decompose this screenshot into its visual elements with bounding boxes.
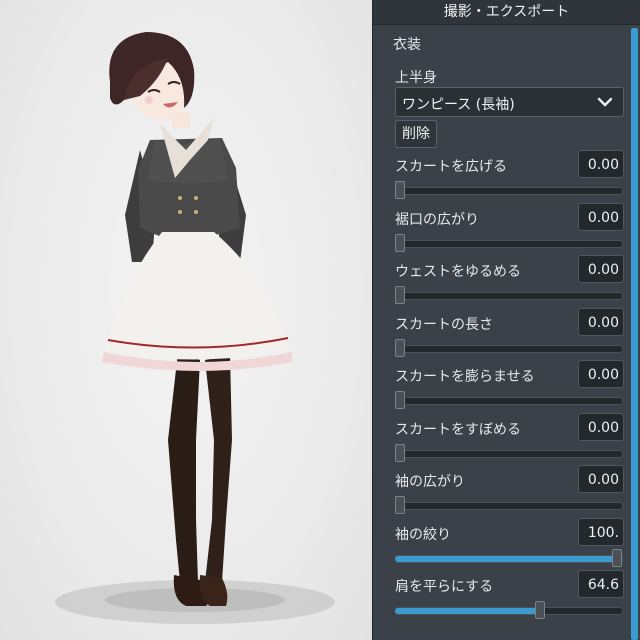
slider-value-field[interactable]: 0.00	[578, 465, 624, 493]
slider-track[interactable]	[395, 292, 623, 300]
slider[interactable]	[395, 443, 623, 462]
slider-label: スカートを広げる	[395, 159, 507, 175]
chevron-down-icon	[597, 97, 613, 107]
slider-handle[interactable]	[395, 496, 405, 514]
slider-value-field[interactable]: 64.6	[578, 570, 624, 598]
slider[interactable]	[395, 286, 623, 304]
slider-handle[interactable]	[395, 443, 405, 462]
slider-label: スカートをすぼめる	[395, 421, 521, 438]
slider-handle[interactable]	[612, 548, 622, 567]
slider-track[interactable]	[395, 397, 623, 405]
slider-handle[interactable]	[395, 181, 405, 199]
settings-panel: 撮影・エクスポート 衣装 上半身 ワンピース (長袖) 削除 スカートを広げる 0…	[372, 0, 640, 640]
slider-label: スカートを膨らませる	[395, 369, 535, 385]
character-model	[55, 32, 335, 624]
slider-value-field[interactable]: 0.00	[578, 412, 624, 441]
model-viewport[interactable]	[0, 0, 372, 640]
costume-section-title: 衣装	[393, 37, 421, 53]
slider[interactable]	[395, 496, 623, 514]
slider[interactable]	[395, 548, 623, 567]
slider-track[interactable]	[395, 187, 623, 195]
slider-handle[interactable]	[535, 601, 545, 619]
slider-fill	[395, 608, 541, 614]
delete-button[interactable]: 削除	[395, 120, 437, 148]
slider-value-field[interactable]: 0.00	[578, 360, 624, 388]
slider-track[interactable]	[395, 239, 623, 248]
slider-handle[interactable]	[395, 286, 405, 304]
slider-handle[interactable]	[395, 391, 405, 409]
scrollbar-thumb[interactable]	[631, 28, 638, 640]
slider[interactable]	[395, 601, 623, 619]
slider-value-field[interactable]: 100.	[578, 517, 624, 546]
slider[interactable]	[395, 391, 623, 409]
slider-label: ウェストをゆるめる	[395, 264, 521, 280]
slider-label: 裾口の広がり	[395, 211, 479, 228]
upper-body-label: 上半身	[395, 70, 437, 86]
slider-label: 袖の広がり	[395, 474, 465, 490]
slider-label: スカートの長さ	[395, 316, 493, 333]
slider-value-field[interactable]: 0.00	[578, 202, 624, 231]
slider[interactable]	[395, 181, 623, 199]
slider-label: 袖の絞り	[395, 526, 451, 543]
slider-value-field[interactable]: 0.00	[578, 307, 624, 336]
upper-body-dropdown[interactable]: ワンピース (長袖)	[395, 87, 624, 117]
slider-fill	[395, 555, 621, 562]
slider[interactable]	[395, 338, 623, 357]
slider-track[interactable]	[395, 449, 623, 458]
slider-value-field[interactable]: 0.00	[578, 255, 624, 283]
slider-handle[interactable]	[395, 233, 405, 252]
slider-value-field[interactable]: 0.00	[578, 150, 624, 178]
dropdown-selected-value: ワンピース (長袖)	[402, 97, 515, 113]
panel-title: 撮影・エクスポート	[373, 0, 640, 25]
slider-track[interactable]	[395, 344, 623, 353]
slider[interactable]	[395, 233, 623, 252]
slider-handle[interactable]	[395, 338, 405, 357]
slider-label: 肩を平らにする	[395, 579, 494, 595]
slider-track[interactable]	[395, 502, 623, 510]
scrollbar[interactable]	[631, 28, 638, 640]
